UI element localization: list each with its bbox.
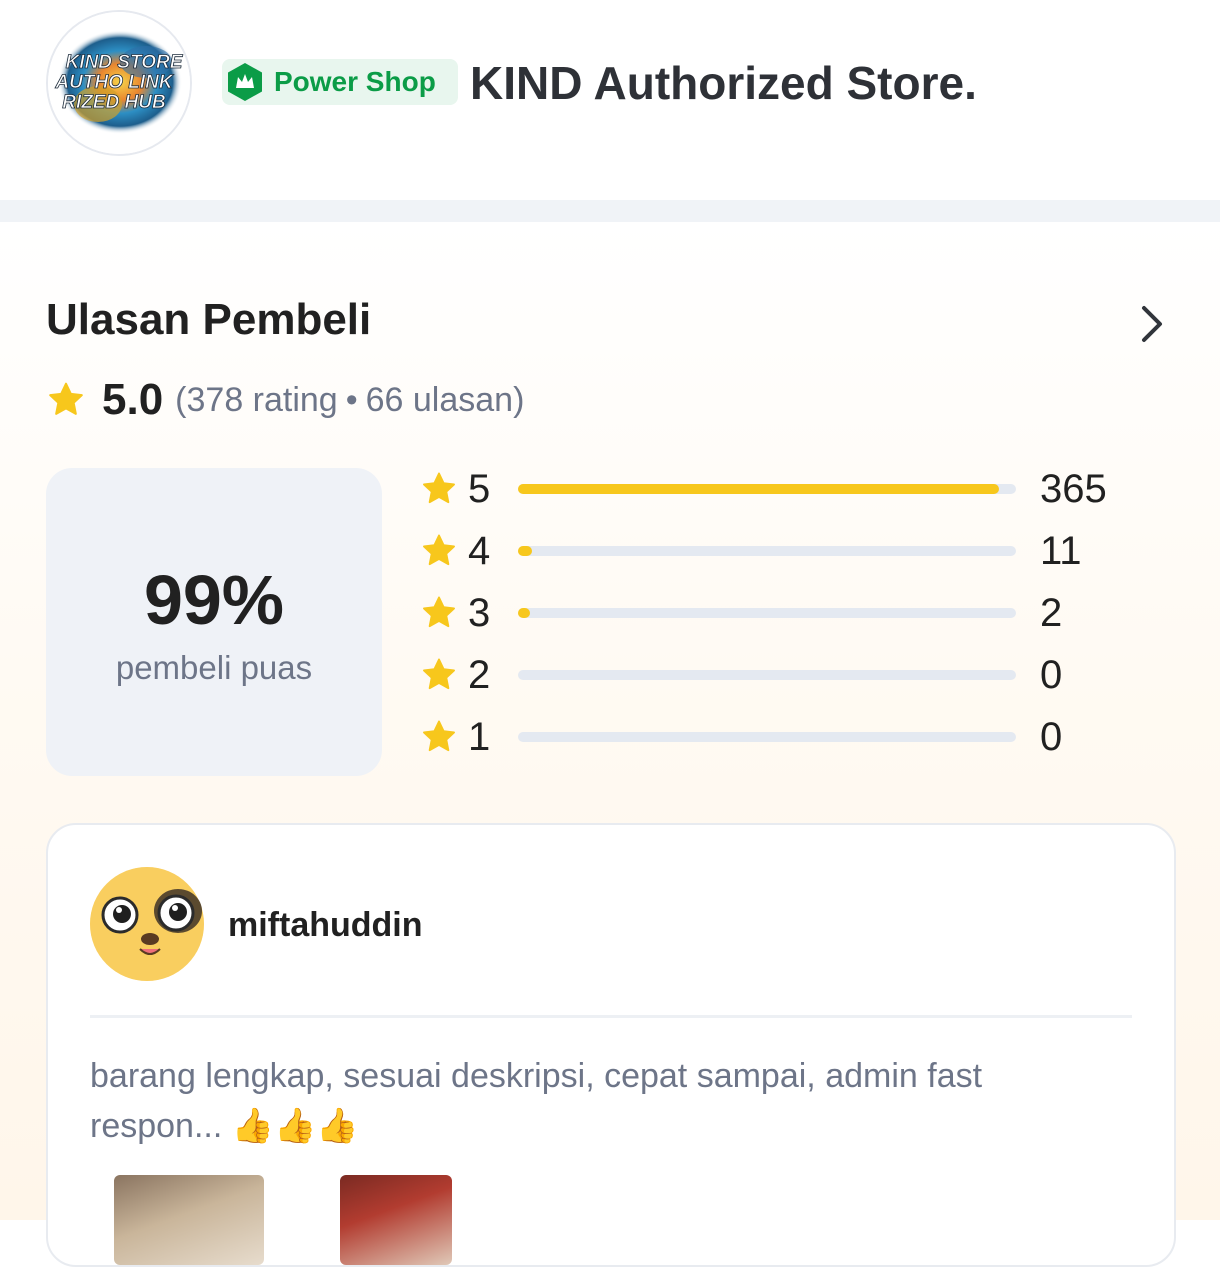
logo-line-2: AUTHO LINK: [54, 72, 173, 93]
review-text[interactable]: barang lengkap, sesuai deskripsi, cepat …: [90, 1051, 1090, 1151]
breakdown-row-4[interactable]: 4 11: [420, 524, 1180, 576]
star-count: 2: [1040, 591, 1063, 635]
satisfaction-percent: 99%: [143, 561, 285, 639]
star-icon: [423, 472, 455, 504]
review-count: 66 ulasan): [365, 380, 525, 419]
star-level: 3: [468, 591, 491, 635]
avatar[interactable]: [90, 867, 204, 981]
review-section: Ulasan Pembeli 5.0 (378 rating • 66 ulasan…: [0, 222, 1220, 1267]
star-count: 11: [1040, 529, 1082, 573]
power-shop-icon: [224, 59, 266, 105]
chevron-right-icon[interactable]: [1132, 302, 1172, 346]
progress-fill: [518, 546, 532, 556]
shop-name[interactable]: KIND Authorized Store.: [470, 56, 977, 110]
rating-summary: 5.0 (378 rating • 66 ulasan): [46, 372, 524, 428]
power-shop-badge[interactable]: Power Shop: [222, 59, 458, 105]
card-divider: [90, 1015, 1132, 1018]
breakdown-row-2[interactable]: 2 0: [420, 648, 1180, 700]
shop-logo[interactable]: KIND STORE AUTHO LINK RIZED HUB: [46, 10, 192, 156]
progress-fill: [518, 608, 530, 618]
star-icon: [423, 720, 455, 752]
average-rating: 5.0: [102, 375, 164, 424]
progress-fill: [518, 484, 999, 494]
star-level: 4: [468, 529, 491, 573]
rating-count: (378 rating: [175, 380, 338, 419]
star-icon: [423, 534, 455, 566]
satisfaction-box: 99% pembeli puas: [46, 468, 382, 776]
progress-track: [518, 546, 1016, 556]
power-shop-label: Power Shop: [274, 66, 436, 97]
review-card[interactable]: miftahuddin barang lengkap, sesuai deskr…: [46, 823, 1176, 1267]
review-photo[interactable]: [114, 1175, 264, 1265]
rating-meta: (378 rating • 66 ulasan): [175, 381, 524, 420]
reviewer-name: miftahuddin: [228, 906, 423, 944]
breakdown-row-1[interactable]: 1 0: [420, 710, 1180, 762]
star-icon: [49, 382, 83, 415]
review-photo[interactable]: [340, 1175, 452, 1265]
star-icon: [423, 596, 455, 628]
logo-line-1: KIND STORE: [66, 52, 184, 73]
star-count: 365: [1040, 467, 1107, 511]
breakdown-row-3[interactable]: 3 2: [420, 586, 1180, 638]
progress-track: [518, 670, 1016, 680]
star-count: 0: [1040, 715, 1063, 759]
progress-track: [518, 608, 1016, 618]
progress-track: [518, 732, 1016, 742]
star-count: 0: [1040, 653, 1063, 697]
logo-line-3: RIZED HUB: [62, 92, 166, 113]
breakdown-row-5[interactable]: 5 365: [420, 462, 1180, 514]
separator-dot: •: [345, 380, 358, 419]
star-level: 2: [468, 653, 491, 697]
star-icon: [423, 658, 455, 690]
section-divider: [0, 200, 1220, 222]
progress-track: [518, 484, 1016, 494]
star-level: 1: [468, 715, 491, 759]
star-level: 5: [468, 467, 491, 511]
satisfaction-label: pembeli puas: [115, 649, 313, 686]
shop-header: KIND STORE AUTHO LINK RIZED HUB Power Sh…: [0, 0, 1220, 200]
section-title: Ulasan Pembeli: [46, 295, 372, 344]
